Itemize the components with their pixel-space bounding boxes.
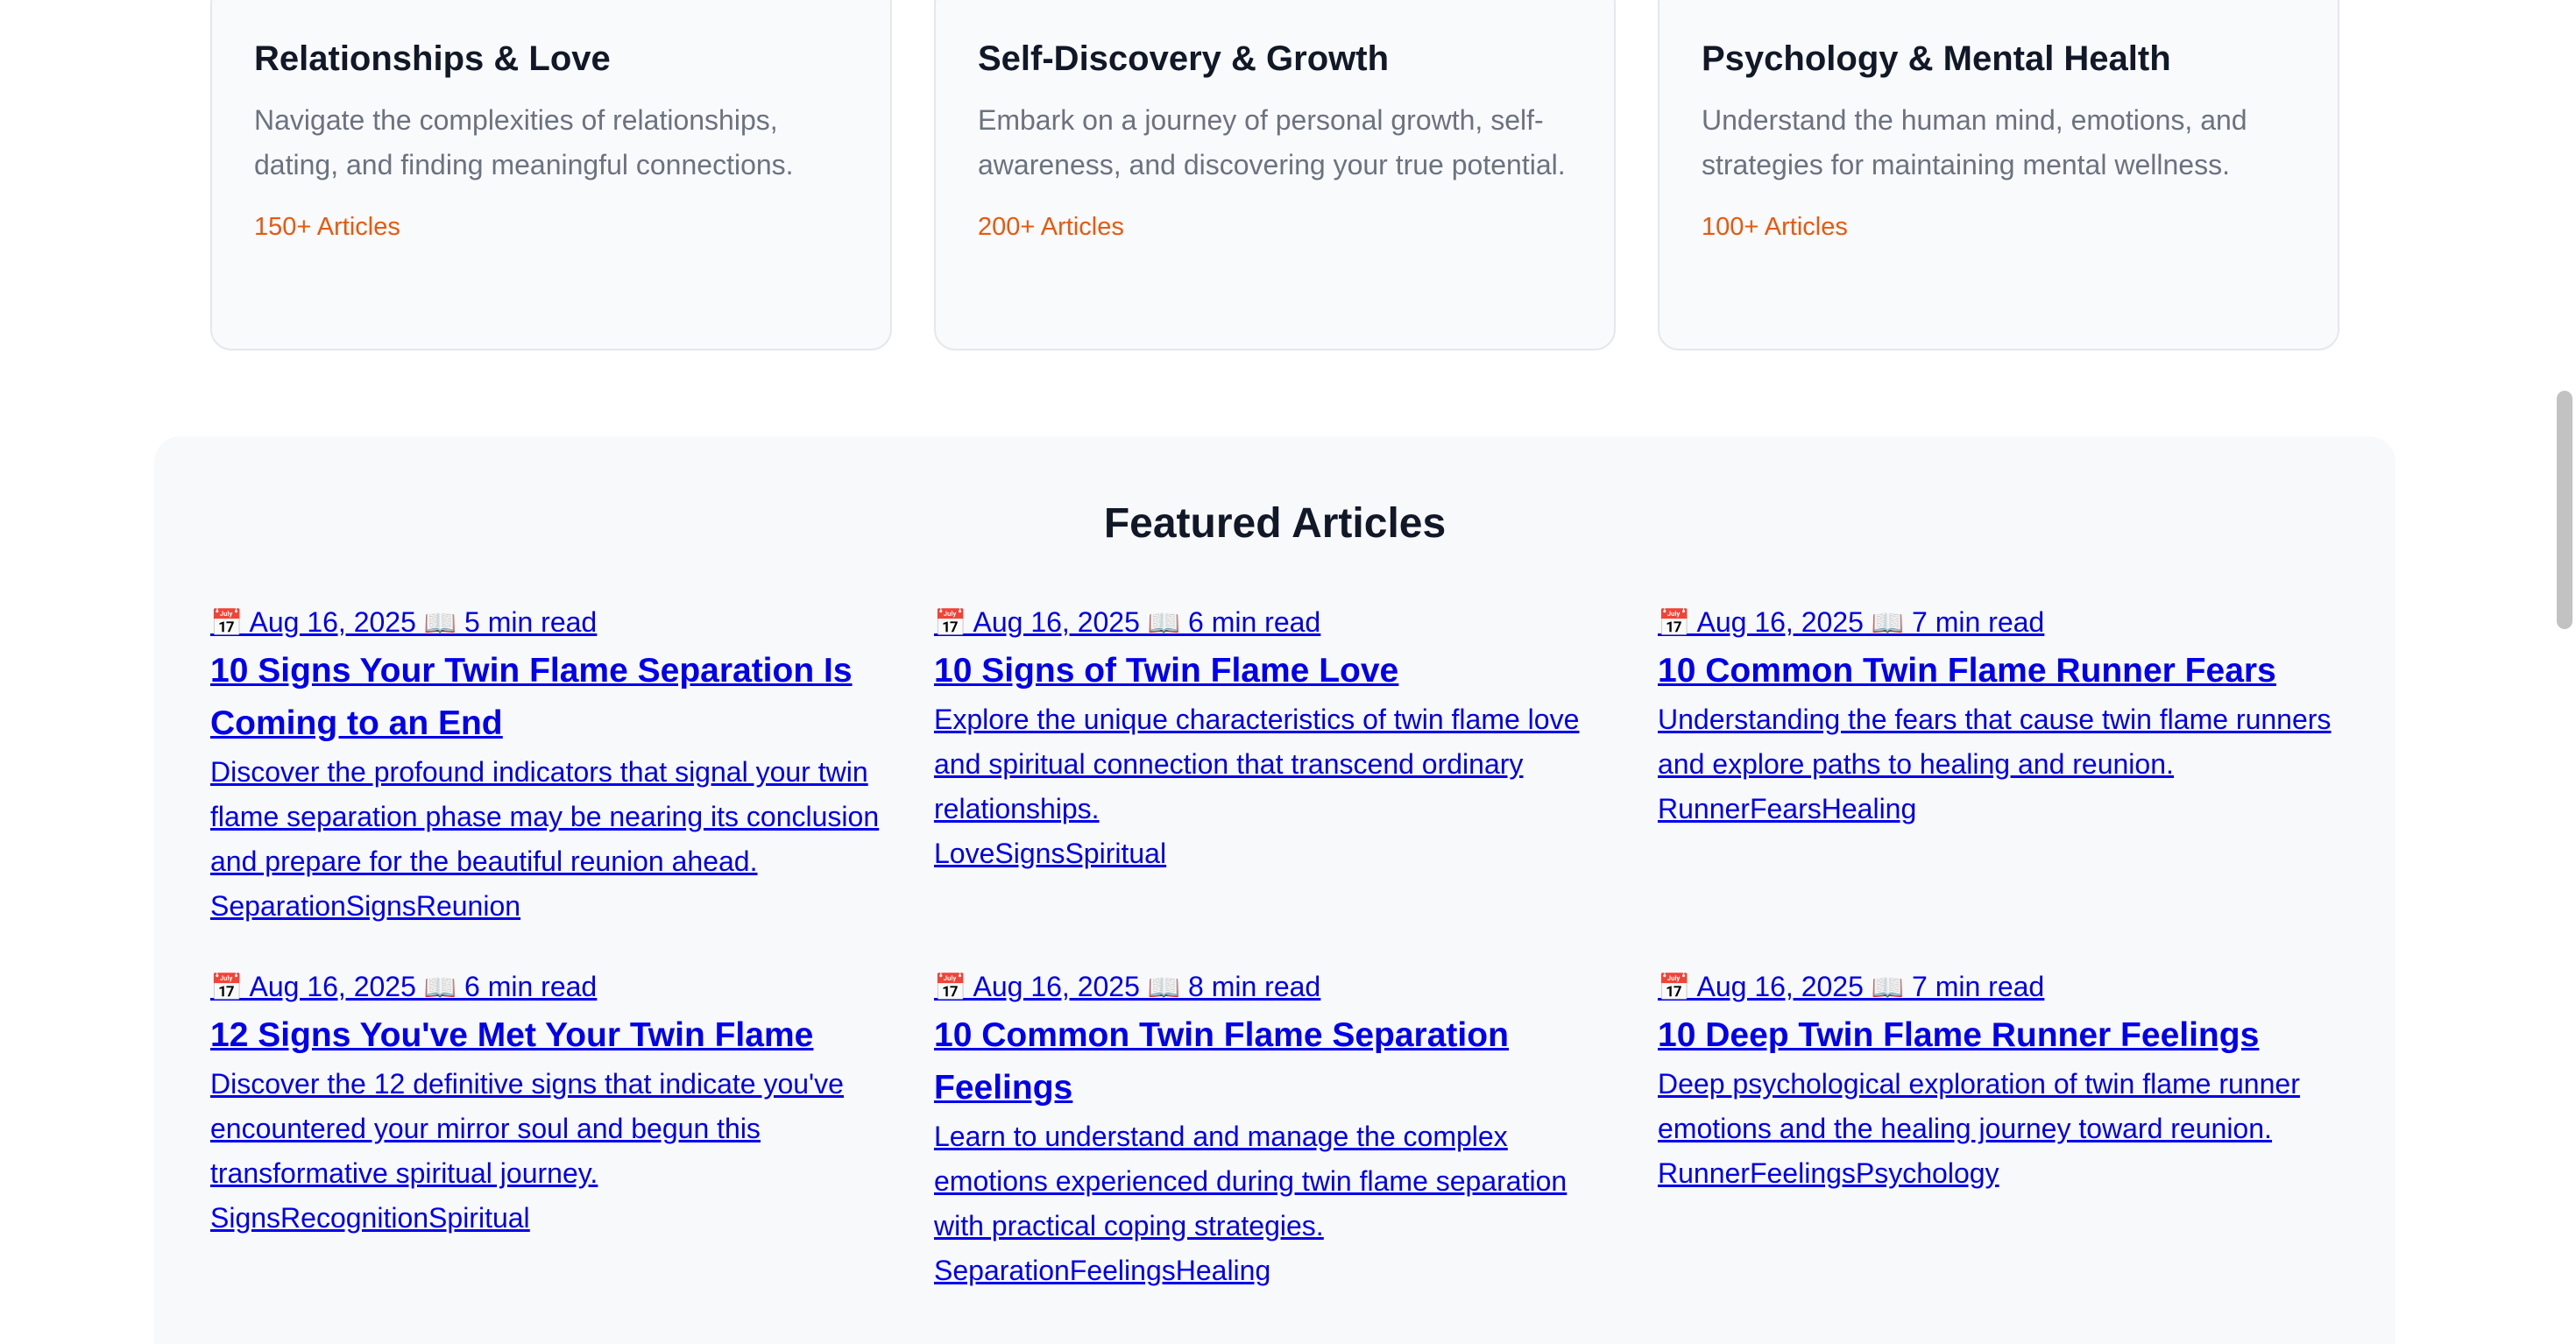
category-card-psychology[interactable]: Psychology & Mental Health Understand th… [1658, 0, 2339, 350]
article-meta: 📅 Aug 16, 2025 📖 8 min read [934, 967, 1616, 1008]
category-title: Relationships & Love [254, 39, 611, 78]
article-card-link[interactable]: 📅 Aug 16, 2025 📖 6 min read 10 Signs of … [934, 603, 1616, 929]
article-tags: SeparationFeelingsHealing [934, 1255, 1271, 1286]
article-date: Aug 16, 2025 [1696, 606, 1864, 638]
book-icon: 📖 [1147, 609, 1181, 638]
category-article-count: 200+ Articles [978, 213, 1124, 241]
article-meta: 📅 Aug 16, 2025 📖 7 min read [1658, 603, 2339, 643]
article-read-time: 5 min read [464, 606, 598, 638]
article-date: Aug 16, 2025 [249, 606, 416, 638]
article-card-link[interactable]: 📅 Aug 16, 2025 📖 7 min read 10 Common Tw… [1658, 603, 2339, 929]
book-icon: 📖 [1871, 973, 1905, 1002]
category-card-relationships[interactable]: Relationships & Love Navigate the comple… [210, 0, 892, 350]
article-title: 10 Signs of Twin Flame Love [934, 652, 1399, 690]
category-cards: Relationships & Love Navigate the comple… [210, 0, 2341, 350]
article-title: 10 Common Twin Flame Runner Fears [1658, 652, 2276, 690]
article-meta: 📅 Aug 16, 2025 📖 6 min read [934, 603, 1616, 643]
article-meta: 📅 Aug 16, 2025 📖 7 min read [1658, 967, 2339, 1008]
article-read-time: 8 min read [1188, 971, 1321, 1002]
article-tags: RunnerFeelingsPsychology [1658, 1157, 1999, 1189]
featured-articles-grid: 📅 Aug 16, 2025 📖 5 min read 10 Signs You… [210, 603, 2341, 1293]
article-tags: SeparationSignsReunion [210, 890, 521, 922]
calendar-icon: 📅 [1658, 609, 1691, 638]
article-tags: RunnerFearsHealing [1658, 793, 1917, 824]
article-title: 10 Signs Your Twin Flame Separation Is C… [210, 652, 853, 742]
calendar-icon: 📅 [210, 973, 244, 1002]
article-excerpt: Explore the unique characteristics of tw… [934, 704, 1580, 824]
article-read-time: 6 min read [464, 971, 598, 1002]
category-title: Self-Discovery & Growth [978, 39, 1390, 78]
category-title: Psychology & Mental Health [1702, 39, 2171, 78]
vertical-scrollbar[interactable] [2550, 0, 2576, 1344]
article-read-time: 7 min read [1912, 971, 2045, 1002]
article-meta: 📅 Aug 16, 2025 📖 6 min read [210, 967, 892, 1008]
category-article-count: 150+ Articles [254, 213, 400, 241]
article-excerpt: Deep psychological exploration of twin f… [1658, 1068, 2300, 1144]
article-meta: 📅 Aug 16, 2025 📖 5 min read [210, 603, 892, 643]
article-excerpt: Learn to understand and manage the compl… [934, 1121, 1568, 1241]
article-read-time: 7 min read [1912, 606, 2045, 638]
article-tags: LoveSignsSpiritual [934, 838, 1167, 869]
article-date: Aug 16, 2025 [973, 606, 1140, 638]
article-card-link[interactable]: 📅 Aug 16, 2025 📖 8 min read 10 Common Tw… [934, 967, 1616, 1293]
book-icon: 📖 [1147, 973, 1181, 1002]
article-card-link[interactable]: 📅 Aug 16, 2025 📖 6 min read 12 Signs You… [210, 967, 892, 1293]
book-icon: 📖 [423, 609, 457, 638]
calendar-icon: 📅 [934, 973, 967, 1002]
article-read-time: 6 min read [1188, 606, 1321, 638]
article-date: Aug 16, 2025 [1696, 971, 1864, 1002]
scrollbar-thumb[interactable] [2557, 391, 2572, 629]
category-description: Understand the human mind, emotions, and… [1702, 104, 2247, 180]
category-card-self-discovery[interactable]: Self-Discovery & Growth Embark on a jour… [934, 0, 1616, 350]
article-excerpt: Discover the profound indicators that si… [210, 756, 880, 877]
article-title: 10 Deep Twin Flame Runner Feelings [1658, 1016, 2260, 1054]
article-card-link[interactable]: 📅 Aug 16, 2025 📖 7 min read 10 Deep Twin… [1658, 967, 2339, 1293]
category-article-count: 100+ Articles [1702, 213, 1848, 241]
article-excerpt: Discover the 12 definitive signs that in… [210, 1068, 844, 1189]
calendar-icon: 📅 [210, 609, 244, 638]
category-description: Navigate the complexities of relationshi… [254, 104, 794, 180]
article-title: 10 Common Twin Flame Separation Feelings [934, 1016, 1509, 1107]
book-icon: 📖 [423, 973, 457, 1002]
category-description: Embark on a journey of personal growth, … [978, 104, 1566, 180]
article-card-link[interactable]: 📅 Aug 16, 2025 📖 5 min read 10 Signs You… [210, 603, 892, 929]
book-icon: 📖 [1871, 609, 1905, 638]
featured-articles-heading: Featured Articles [1103, 500, 1447, 547]
calendar-icon: 📅 [934, 609, 967, 638]
article-tags: SignsRecognitionSpiritual [210, 1202, 530, 1234]
article-title: 12 Signs You've Met Your Twin Flame [210, 1016, 814, 1054]
calendar-icon: 📅 [1658, 973, 1691, 1002]
article-date: Aug 16, 2025 [973, 971, 1140, 1002]
article-date: Aug 16, 2025 [249, 971, 416, 1002]
featured-articles-section: Featured Articles 📅 Aug 16, 2025 📖 5 min… [154, 436, 2396, 1344]
article-excerpt: Understanding the fears that cause twin … [1658, 704, 2332, 780]
page: Relationships & Love Navigate the comple… [0, 0, 2576, 1344]
